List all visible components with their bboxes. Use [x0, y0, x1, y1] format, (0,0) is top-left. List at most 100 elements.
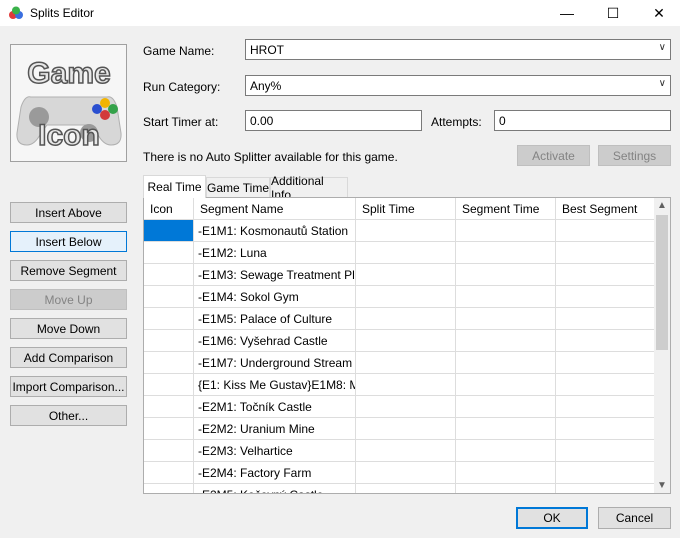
best-segment-cell[interactable] — [556, 242, 656, 263]
best-segment-cell[interactable] — [556, 220, 656, 241]
tab-additional-info[interactable]: Additional Info — [270, 174, 348, 202]
segment-time-cell[interactable] — [456, 220, 556, 241]
split-time-cell[interactable] — [356, 374, 456, 395]
split-time-cell[interactable] — [356, 440, 456, 461]
segment-name-cell[interactable]: {E1: Kiss Me Gustav}E1M8: M... — [194, 374, 356, 395]
other-button[interactable]: Other... — [10, 405, 127, 426]
best-segment-cell[interactable] — [556, 286, 656, 307]
segment-time-cell[interactable] — [456, 418, 556, 439]
table-row[interactable]: -E2M3: Velhartice — [144, 440, 656, 462]
table-row[interactable]: -E2M1: Točník Castle — [144, 396, 656, 418]
icon-cell[interactable] — [144, 286, 194, 307]
icon-cell[interactable] — [144, 330, 194, 351]
column-header-best-segment[interactable]: Best Segment — [556, 198, 656, 219]
icon-cell[interactable] — [144, 374, 194, 395]
column-header-segment-time[interactable]: Segment Time — [456, 198, 556, 219]
column-header-icon[interactable]: Icon — [144, 198, 194, 219]
segment-time-cell[interactable] — [456, 286, 556, 307]
split-time-cell[interactable] — [356, 242, 456, 263]
table-row[interactable]: -E2M5: Kočovný Castle — [144, 484, 656, 493]
split-time-cell[interactable] — [356, 462, 456, 483]
table-row[interactable]: -E2M4: Factory Farm — [144, 462, 656, 484]
best-segment-cell[interactable] — [556, 374, 656, 395]
segment-name-cell[interactable]: -E1M7: Underground Stream — [194, 352, 356, 373]
column-header-segment-name[interactable]: Segment Name — [194, 198, 356, 219]
best-segment-cell[interactable] — [556, 330, 656, 351]
segment-name-cell[interactable]: -E2M4: Factory Farm — [194, 462, 356, 483]
split-time-cell[interactable] — [356, 220, 456, 241]
segment-name-cell[interactable]: -E2M5: Kočovný Castle — [194, 484, 356, 493]
table-row[interactable]: -E1M1: Kosmonautů Station — [144, 220, 656, 242]
segment-time-cell[interactable] — [456, 396, 556, 417]
insert-above-button[interactable]: Insert Above — [10, 202, 127, 223]
icon-cell[interactable] — [144, 418, 194, 439]
ok-button[interactable]: OK — [516, 507, 588, 529]
table-row[interactable]: -E1M4: Sokol Gym — [144, 286, 656, 308]
best-segment-cell[interactable] — [556, 462, 656, 483]
segment-time-cell[interactable] — [456, 352, 556, 373]
best-segment-cell[interactable] — [556, 440, 656, 461]
split-time-cell[interactable] — [356, 330, 456, 351]
segment-time-cell[interactable] — [456, 374, 556, 395]
split-time-cell[interactable] — [356, 484, 456, 493]
game-name-combobox[interactable]: HROT ∨ — [245, 39, 671, 60]
split-time-cell[interactable] — [356, 352, 456, 373]
icon-cell[interactable] — [144, 440, 194, 461]
table-row[interactable]: {E1: Kiss Me Gustav}E1M8: M... — [144, 374, 656, 396]
insert-below-button[interactable]: Insert Below — [10, 231, 127, 252]
icon-cell[interactable] — [144, 308, 194, 329]
best-segment-cell[interactable] — [556, 308, 656, 329]
table-row[interactable]: -E1M5: Palace of Culture — [144, 308, 656, 330]
remove-segment-button[interactable]: Remove Segment — [10, 260, 127, 281]
segment-name-cell[interactable]: -E1M1: Kosmonautů Station — [194, 220, 356, 241]
table-row[interactable]: -E1M3: Sewage Treatment Plant — [144, 264, 656, 286]
icon-cell[interactable] — [144, 396, 194, 417]
settings-button[interactable]: Settings — [598, 145, 671, 166]
segment-name-cell[interactable]: -E1M6: Vyšehrad Castle — [194, 330, 356, 351]
best-segment-cell[interactable] — [556, 484, 656, 493]
minimize-button[interactable]: — — [544, 0, 590, 26]
run-category-combobox[interactable]: Any% ∨ — [245, 75, 671, 96]
split-time-cell[interactable] — [356, 418, 456, 439]
chevron-down-icon[interactable]: ∨ — [659, 78, 666, 89]
icon-cell[interactable] — [144, 264, 194, 285]
icon-cell[interactable] — [144, 462, 194, 483]
add-comparison-button[interactable]: Add Comparison — [10, 347, 127, 368]
segment-name-cell[interactable]: -E1M4: Sokol Gym — [194, 286, 356, 307]
best-segment-cell[interactable] — [556, 418, 656, 439]
segment-name-cell[interactable]: -E1M3: Sewage Treatment Plant — [194, 264, 356, 285]
game-icon-box[interactable]: Game Icon — [10, 44, 127, 162]
scroll-down-icon[interactable]: ▼ — [654, 480, 670, 491]
split-time-cell[interactable] — [356, 308, 456, 329]
import-comparison-button[interactable]: Import Comparison... — [10, 376, 127, 397]
tab-real-time[interactable]: Real Time — [143, 175, 206, 198]
chevron-down-icon[interactable]: ∨ — [659, 42, 666, 53]
best-segment-cell[interactable] — [556, 264, 656, 285]
close-button[interactable]: ✕ — [636, 0, 680, 26]
segment-name-cell[interactable]: -E1M5: Palace of Culture — [194, 308, 356, 329]
segment-time-cell[interactable] — [456, 484, 556, 493]
segment-time-cell[interactable] — [456, 264, 556, 285]
segment-time-cell[interactable] — [456, 440, 556, 461]
scroll-up-icon[interactable]: ▲ — [654, 200, 670, 211]
best-segment-cell[interactable] — [556, 352, 656, 373]
maximize-button[interactable]: ☐ — [590, 0, 636, 26]
scrollbar-thumb[interactable] — [656, 215, 668, 350]
tab-game-time[interactable]: Game Time — [206, 177, 270, 197]
split-time-cell[interactable] — [356, 264, 456, 285]
move-up-button[interactable]: Move Up — [10, 289, 127, 310]
start-timer-input[interactable]: 0.00 — [245, 110, 422, 131]
table-row[interactable]: -E1M6: Vyšehrad Castle — [144, 330, 656, 352]
column-header-split-time[interactable]: Split Time — [356, 198, 456, 219]
segment-name-cell[interactable]: -E1M2: Luna — [194, 242, 356, 263]
segment-time-cell[interactable] — [456, 462, 556, 483]
segments-grid[interactable]: Icon Segment Name Split Time Segment Tim… — [143, 197, 671, 494]
best-segment-cell[interactable] — [556, 396, 656, 417]
table-row[interactable]: -E2M2: Uranium Mine — [144, 418, 656, 440]
activate-button[interactable]: Activate — [517, 145, 590, 166]
cancel-button[interactable]: Cancel — [598, 507, 671, 529]
segment-name-cell[interactable]: -E2M3: Velhartice — [194, 440, 356, 461]
segment-name-cell[interactable]: -E2M2: Uranium Mine — [194, 418, 356, 439]
segment-time-cell[interactable] — [456, 330, 556, 351]
table-row[interactable]: -E1M7: Underground Stream — [144, 352, 656, 374]
